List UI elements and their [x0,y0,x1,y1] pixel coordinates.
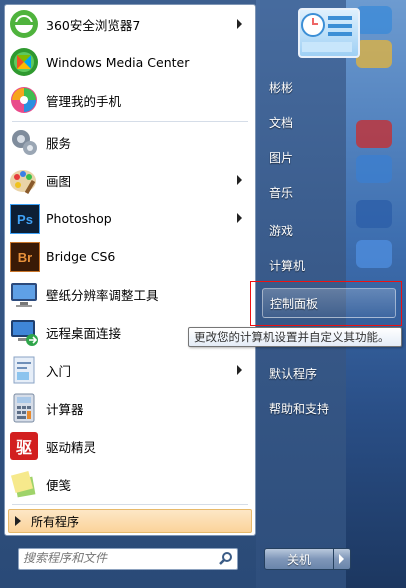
search-icon[interactable] [219,551,233,565]
program-item-wallpaper-tool[interactable]: 壁纸分辨率调整工具 [6,276,252,312]
program-label: Bridge CS6 [46,248,116,264]
right-item-help-support[interactable]: 帮助和支持 [262,393,392,423]
program-label: 画图 [46,173,72,189]
right-item-pictures[interactable]: 图片 [262,142,392,172]
program-label: 360安全浏览器7 [46,17,141,33]
media-center-icon [8,46,40,78]
program-label: 远程桌面连接 [46,325,122,341]
program-item-360-browser[interactable]: 360安全浏览器7 [6,6,252,42]
right-item-user[interactable]: 彬彬 [262,72,392,102]
desktop-icon[interactable] [356,40,392,68]
submenu-arrow-icon [237,213,242,223]
right-item-games[interactable]: 游戏 [262,215,392,245]
sticky-notes-icon [8,468,40,500]
separator [12,504,248,505]
program-item-phone-manager[interactable]: 管理我的手机 [6,82,252,118]
submenu-arrow-icon [237,175,242,185]
photoshop-icon: Ps [8,202,40,234]
all-programs-button[interactable]: 所有程序 [8,509,252,533]
program-item-paint[interactable]: 画图 [6,162,252,198]
360-browser-icon [8,8,40,40]
program-label: 驱动精灵 [46,439,97,455]
search-input[interactable] [19,549,215,567]
phone-manager-icon [8,84,40,116]
program-label: 管理我的手机 [46,93,122,109]
program-item-media-center[interactable]: Windows Media Center [6,44,252,80]
shutdown-options-button[interactable] [334,548,351,570]
program-label: 服务 [46,135,72,151]
program-item-sticky-notes[interactable]: 便笺 [6,466,252,502]
program-label: 计算器 [46,401,84,417]
user-picture[interactable] [298,8,360,58]
program-item-calculator[interactable]: 计算器 [6,390,252,426]
calculator-icon [8,392,40,424]
paint-icon [8,164,40,196]
program-item-bridge[interactable]: Br Bridge CS6 [6,238,252,274]
display-icon [8,278,40,310]
driver-genius-icon: 驱 [8,430,40,462]
right-item-default-programs[interactable]: 默认程序 [262,358,392,388]
expand-arrow-icon [15,516,21,526]
separator [12,121,248,122]
submenu-arrow-icon [237,365,242,375]
services-icon [8,126,40,158]
program-label: Photoshop [46,210,112,226]
program-label: 便笺 [46,477,72,493]
program-item-services[interactable]: 服务 [6,124,252,160]
remote-desktop-icon [8,316,40,348]
user-picture-icon [301,13,352,52]
shutdown-button[interactable]: 关机 [264,548,334,570]
shutdown-control: 关机 [264,548,352,570]
submenu-arrow-icon [237,19,242,29]
program-item-getting-started[interactable]: 入门 [6,352,252,388]
all-programs-label: 所有程序 [31,514,80,529]
right-item-music[interactable]: 音乐 [262,177,392,207]
highlight-box [250,281,402,326]
tooltip: 更改您的计算机设置并自定义其功能。 [188,327,402,347]
program-item-photoshop[interactable]: Ps Photoshop [6,200,252,236]
program-label: 壁纸分辨率调整工具 [46,287,159,303]
program-label: Windows Media Center [46,54,190,70]
bridge-icon: Br [8,240,40,272]
right-item-computer[interactable]: 计算机 [262,250,392,280]
desktop-icon[interactable] [356,6,392,34]
getting-started-icon [8,354,40,386]
right-item-documents[interactable]: 文档 [262,107,392,137]
program-item-driver-genius[interactable]: 驱 驱动精灵 [6,428,252,464]
program-label: 入门 [46,363,72,379]
search-box[interactable] [18,548,238,570]
